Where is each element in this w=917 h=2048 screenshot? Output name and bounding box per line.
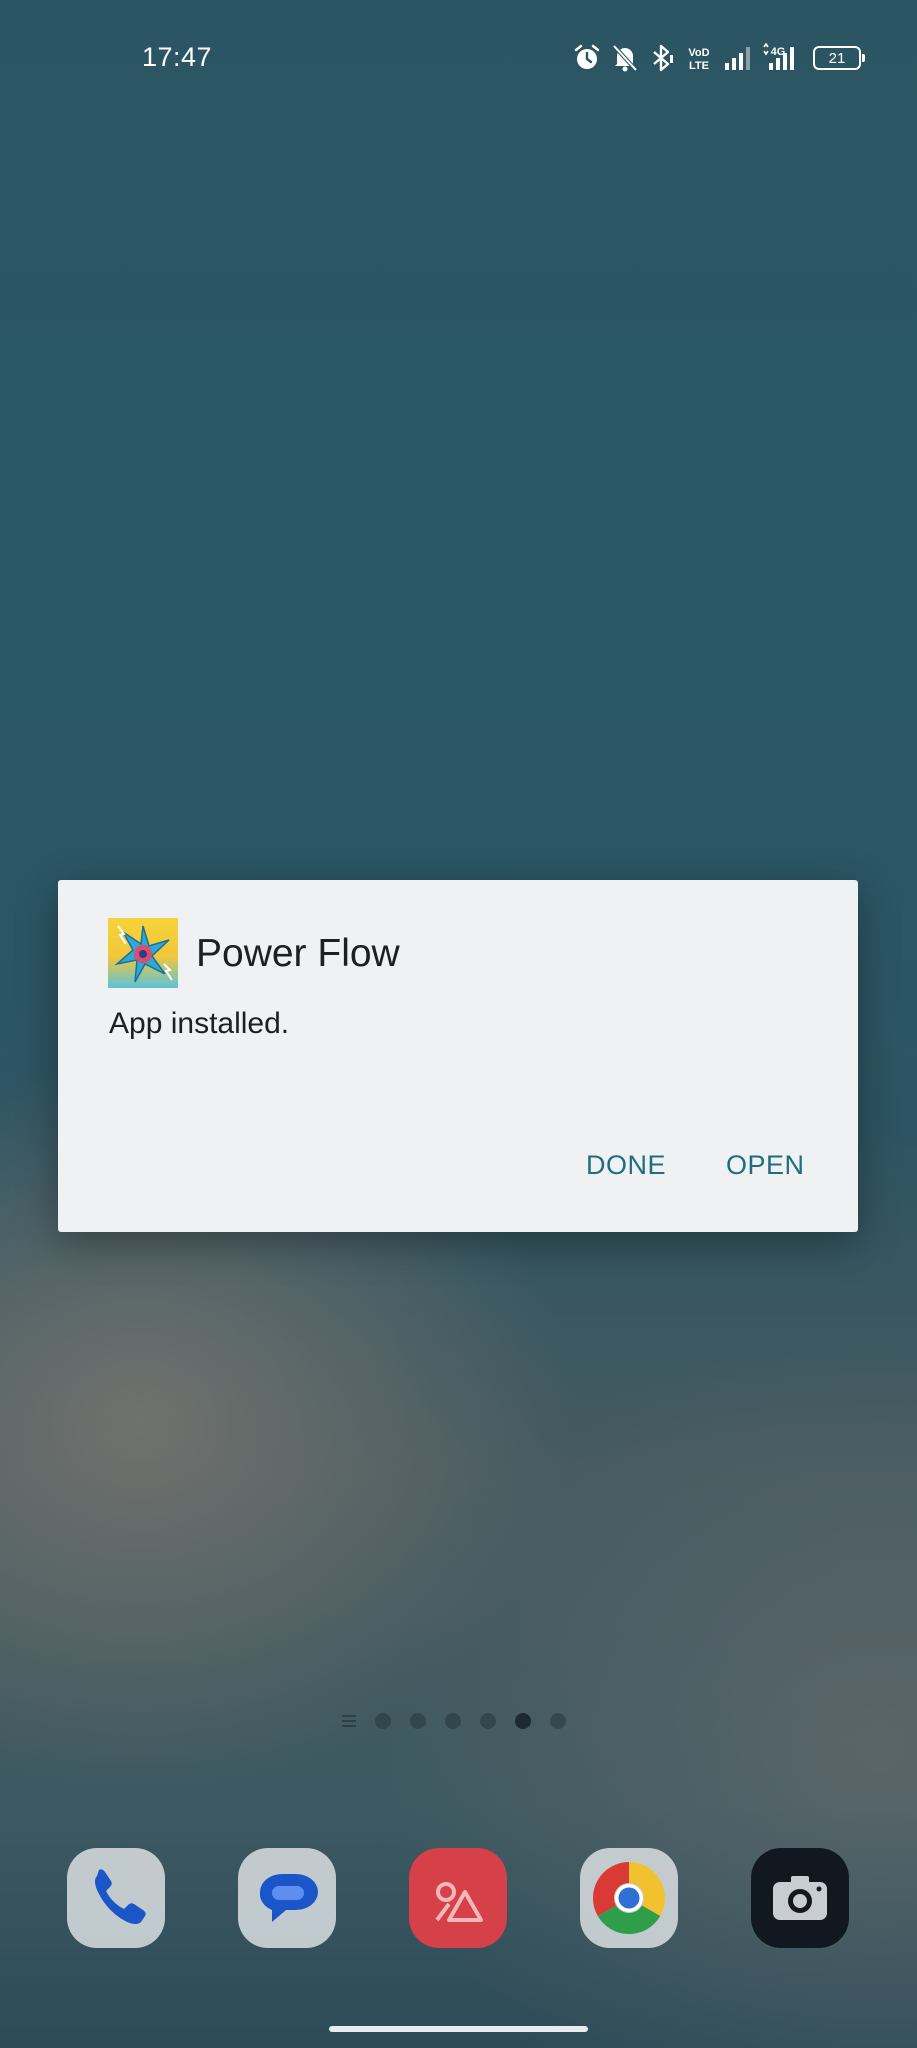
camera-app-icon[interactable]: [751, 1848, 849, 1948]
page-dot[interactable]: [410, 1713, 426, 1729]
gallery-app-icon[interactable]: [409, 1848, 507, 1948]
page-dot[interactable]: [550, 1713, 566, 1729]
muted-bell-icon: [612, 44, 638, 72]
app-name: Power Flow: [196, 932, 400, 975]
alarm-icon: [574, 44, 600, 69]
page-dot[interactable]: [375, 1713, 391, 1729]
status-bar: 17:47 VoD LTE 4G 21: [0, 0, 917, 115]
svg-text:LTE: LTE: [689, 60, 709, 72]
power-flow-app-icon: [108, 918, 178, 988]
app-drawer-lines-icon[interactable]: [342, 1715, 356, 1727]
page-indicator[interactable]: [342, 1713, 566, 1729]
page-dot[interactable]: [480, 1713, 496, 1729]
volte-icon: VoD LTE: [688, 47, 709, 72]
4g-signal-icon: 4G: [763, 43, 794, 70]
bluetooth-icon: [653, 44, 673, 72]
done-button[interactable]: DONE: [586, 1150, 666, 1181]
dock: [67, 1848, 857, 1950]
signal-icon: [725, 47, 750, 70]
status-icons: VoD LTE 4G 21: [573, 43, 865, 73]
open-button[interactable]: OPEN: [726, 1150, 805, 1181]
install-message: App installed.: [109, 1007, 290, 1040]
clock: 17:47: [142, 42, 213, 72]
chrome-app-icon[interactable]: [580, 1848, 678, 1948]
page-dot[interactable]: [445, 1713, 461, 1729]
page-dot-active[interactable]: [515, 1713, 531, 1729]
svg-text:VoD: VoD: [688, 47, 709, 59]
phone-app-icon[interactable]: [67, 1848, 165, 1948]
gesture-home-bar[interactable]: [329, 2026, 588, 2032]
messages-app-icon[interactable]: [238, 1848, 336, 1948]
app-installed-dialog: Power Flow App installed. DONE OPEN: [58, 880, 858, 1232]
battery-icon: 21: [813, 46, 865, 70]
battery-level: 21: [828, 49, 846, 67]
